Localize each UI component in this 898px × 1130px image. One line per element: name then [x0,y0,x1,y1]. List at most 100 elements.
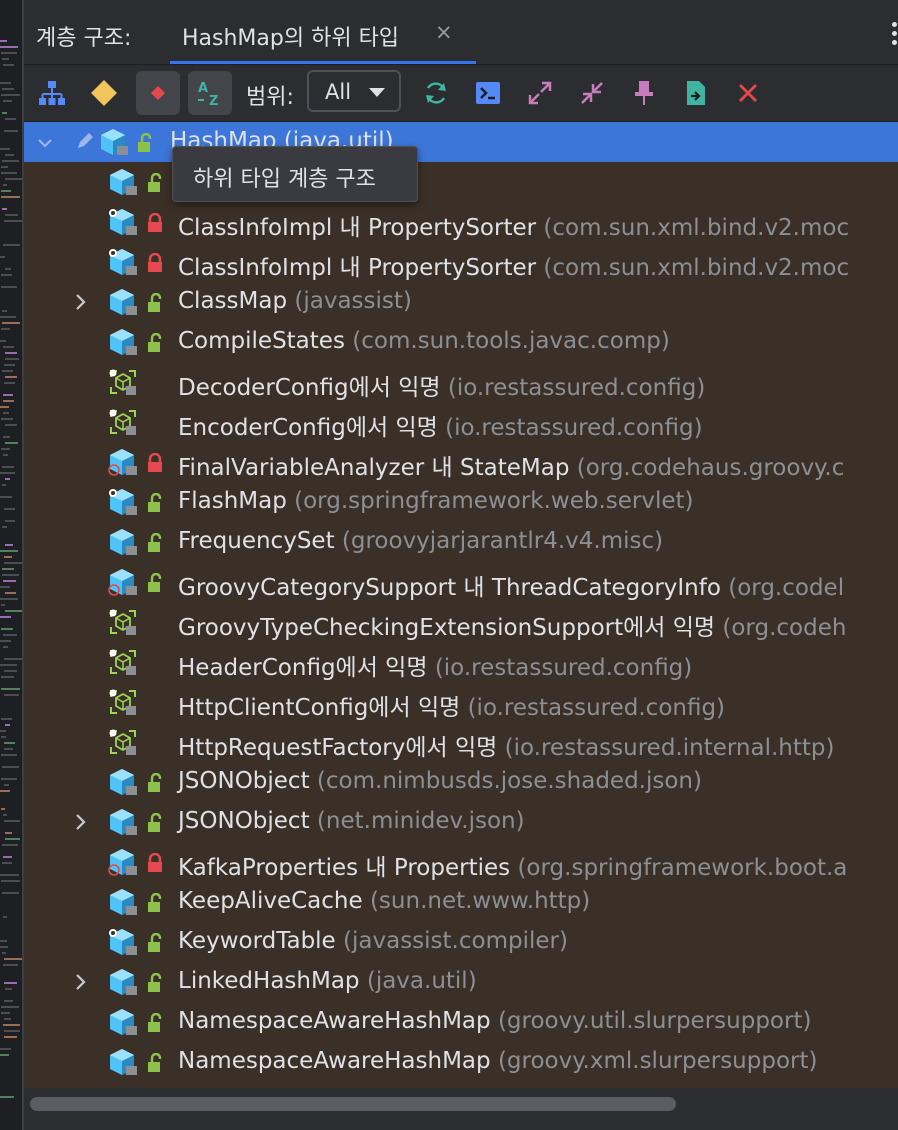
tree-item-label: FinalVariableAnalyzer 내 StateMap (org.co… [178,448,844,482]
tree-item[interactable]: FlashMap (org.springframework.web.servle… [24,482,898,522]
private-access-icon [148,253,162,272]
tree-item[interactable]: ClassMap (javassist) [24,282,898,322]
hierarchy-tree[interactable]: HashMap (java.util) p (org.h2.value) Clas… [24,122,898,1088]
export-button[interactable] [674,71,718,115]
tab-hashmap-subtypes[interactable]: HashMap의 하위 타입 × [170,0,476,64]
tree-item[interactable]: FrequencySet (groovyjarjarantlr4.v4.misc… [24,522,898,562]
public-access-icon [148,173,162,192]
gutter-line [2,526,7,528]
collapse-all-button[interactable] [570,71,614,115]
tree-item[interactable]: GroovyTypeCheckingExtensionSupport에서 익명 … [24,602,898,642]
gutter-line [4,658,22,660]
refresh-button[interactable] [414,71,458,115]
anonymous-class-icon [109,689,136,715]
class-name: FrequencySet [178,528,335,554]
package-name: (sun.net.www.http) [369,888,591,914]
pin-tab-button[interactable] [622,71,666,115]
gutter-line [4,562,22,564]
gutter-line [1,604,5,606]
subtype-hierarchy-button[interactable] [136,71,180,115]
gutter-line [3,454,8,456]
package-name: (javassist.compiler) [343,928,568,954]
tree-item-label: ClassInfoImpl 내 PropertySorter (com.sun.… [178,248,849,282]
chevron-right-icon[interactable] [72,812,90,832]
gutter-line [1,688,20,690]
horizontal-scrollbar[interactable] [24,1088,898,1130]
tree-item[interactable]: CompileStates (com.sun.tools.javac.comp) [24,322,898,362]
gutter-line [3,814,7,816]
gutter-line [1,52,17,54]
gutter-line [2,466,14,468]
tree-item[interactable]: GroovyCategorySupport 내 ThreadCategoryIn… [24,562,898,602]
public-access-icon [148,973,162,992]
gutter-line [5,154,14,156]
package-name: (io.restassured.config) [447,375,706,401]
gutter-line [3,916,7,918]
supertype-hierarchy-button[interactable] [82,71,126,115]
tree-item[interactable]: DecoderConfig에서 익명 (io.restassured.confi… [24,362,898,402]
tree-item-label: JSONObject (net.minidev.json) [178,808,525,834]
tab-close-icon[interactable]: × [435,22,453,43]
class-icon [110,969,137,995]
class-name: LinkedHashMap [178,968,360,994]
gutter-line [1,628,13,630]
gutter-line [2,88,14,90]
collapse-all-icon [581,82,603,104]
gutter-line [0,1096,14,1098]
public-access-icon [148,1053,162,1072]
gutter-line [1,1006,19,1008]
scope-label: 범위: [246,85,294,110]
public-access-icon [148,893,162,912]
gutter-line [0,790,10,792]
gutter-line [4,670,17,672]
tree-item[interactable]: NamespaceAwareHashMap (groovy.xml.slurpe… [24,1042,898,1082]
tree-item-label: KafkaProperties 내 Properties (org.spring… [178,848,847,882]
chevron-right-icon[interactable] [72,972,90,992]
class-name: NamespaceAwareHashMap [178,1048,491,1074]
tree-item[interactable]: KeepAliveCache (sun.net.www.http) [24,882,898,922]
subtype-icon [151,86,165,100]
gutter-line [2,58,9,60]
package-name: (org.codehaus.groovy.c [576,455,845,481]
tree-item[interactable]: ClassInfoImpl 내 PropertySorter (com.sun.… [24,242,898,282]
more-options-icon[interactable] [890,22,898,48]
class-name: ClassInfoImpl 내 PropertySorter [178,255,537,281]
sort-alphabetically-button[interactable]: A Z [188,71,232,115]
tree-item[interactable]: KeywordTable (javassist.compiler) [24,922,898,962]
gutter-line [2,370,13,372]
tree-item[interactable]: LinkedHashMap (java.util) [24,962,898,1002]
hierarchy-button[interactable] [30,71,74,115]
expand-all-button[interactable] [518,71,562,115]
tree-root-hashmap[interactable]: HashMap (java.util) [24,122,898,162]
tree-item[interactable]: HttpClientConfig에서 익명 (io.restassured.co… [24,682,898,722]
tree-item[interactable]: NamespaceAwareHashMap (groovy.util.slurp… [24,1002,898,1042]
tree-item-label: GroovyTypeCheckingExtensionSupport에서 익명 … [178,608,846,642]
chevron-down-icon[interactable] [36,134,54,152]
chevron-right-icon[interactable] [72,292,90,312]
gutter-line [1,880,20,882]
tree-item[interactable]: FinalVariableAnalyzer 내 StateMap (org.co… [24,442,898,482]
gutter-line [5,424,17,426]
class-icon [110,889,137,915]
gutter-line [0,256,5,258]
hierarchy-icon [39,81,65,105]
gutter-line [0,616,11,618]
tree-item[interactable]: ClassInfoImpl 내 PropertySorter (com.sun.… [24,202,898,242]
tree-item[interactable]: HttpRequestFactory에서 익명 (io.restassured.… [24,722,898,762]
tree-item[interactable]: HeaderConfig에서 익명 (io.restassured.config… [24,642,898,682]
tree-item[interactable]: JSONObject (com.nimbusds.jose.shaded.jso… [24,762,898,802]
public-access-icon [138,133,152,152]
gutter-line [1,166,8,168]
tree-item[interactable]: KafkaProperties 내 Properties (org.spring… [24,842,898,882]
tree-item[interactable]: EncoderConfig에서 익명 (io.restassured.confi… [24,402,898,442]
class-name: HttpClientConfig에서 익명 [178,695,461,721]
close-hierarchy-button[interactable] [726,71,770,115]
hierarchy-toolbar: A Z 범위: All [24,65,898,122]
gutter-line [0,586,10,588]
tree-item[interactable]: JSONObject (net.minidev.json) [24,802,898,842]
tree-item[interactable]: p (org.h2.value) [24,162,898,202]
open-in-editor-button[interactable] [466,71,510,115]
scope-dropdown[interactable]: All [307,70,401,112]
gutter-line [5,268,11,270]
scrollbar-thumb[interactable] [30,1097,676,1111]
